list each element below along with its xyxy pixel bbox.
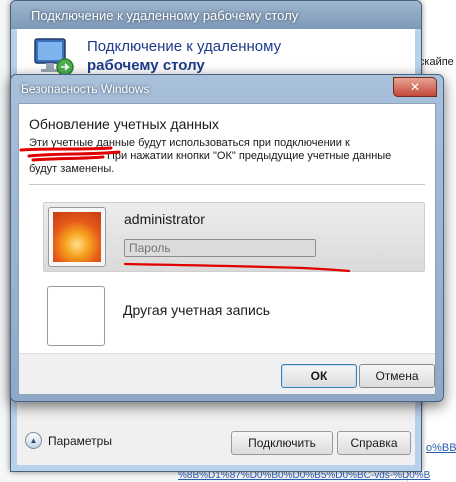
user-picture-image — [53, 212, 101, 262]
description-line: Эти учетные данные будут использоваться … — [29, 137, 350, 149]
other-account-picture — [47, 286, 105, 346]
dialog-title: Безопасность Windows — [21, 82, 150, 96]
ok-button[interactable]: ОК — [281, 364, 357, 388]
password-input[interactable] — [124, 239, 316, 257]
monitor-icon — [34, 38, 74, 76]
description-line: При нажатии кнопки "ОК" предыдущие учетн… — [107, 150, 392, 162]
other-account-label: Другая учетная запись — [123, 302, 271, 318]
close-icon[interactable]: ✕ — [393, 77, 437, 97]
options-label[interactable]: Параметры — [48, 434, 112, 448]
other-account-tile[interactable]: Другая учетная запись — [43, 282, 423, 348]
user-tile-administrator[interactable]: administrator — [43, 202, 425, 272]
dialog-heading: Обновление учетных данных — [29, 116, 219, 132]
windows-security-dialog: Безопасность Windows ✕ Обновление учетны… — [10, 74, 444, 402]
dialog-description: Эти учетные данные будут использоваться … — [29, 137, 419, 176]
dialog-footer: ОК Отмена — [19, 353, 435, 394]
background-link[interactable]: o%BB% — [426, 442, 456, 454]
connect-button[interactable]: Подключить — [231, 431, 333, 455]
divider — [29, 184, 425, 185]
description-line: будут заменены. — [29, 163, 115, 175]
rdp-window-title: Подключение к удаленному рабочему столу — [31, 8, 299, 23]
username-label: administrator — [124, 211, 205, 227]
rdp-heading: Подключение к удаленному — [87, 38, 282, 55]
cancel-button[interactable]: Отмена — [359, 364, 435, 388]
options-toggle[interactable]: ▲ Параметры — [25, 432, 112, 449]
help-button[interactable]: Справка — [337, 431, 411, 455]
rdp-heading-bold: рабочему столу — [87, 57, 205, 74]
chevron-up-icon[interactable]: ▲ — [25, 432, 42, 449]
rdp-titlebar[interactable]: Подключение к удаленному рабочему столу — [11, 1, 421, 29]
dialog-content: Обновление учетных данных Эти учетные да… — [18, 103, 436, 395]
user-picture-icon — [48, 207, 106, 267]
